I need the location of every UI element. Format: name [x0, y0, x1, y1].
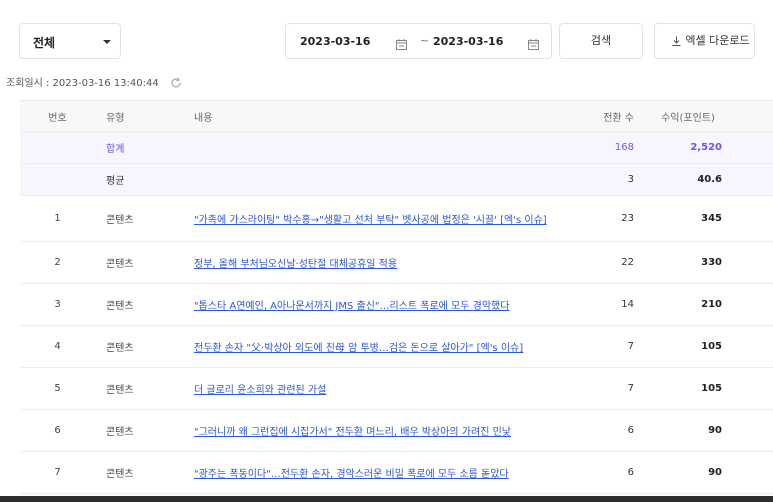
row-content-link[interactable]: "톱스타 A연예인, A아나운서까지 JMS 출신"…리스트 폭로에 모두 경악… [194, 284, 509, 325]
excel-download-button[interactable]: 엑셀 다운로드 [654, 23, 755, 59]
summary-label: 합계 [106, 144, 125, 155]
bottom-bar [0, 496, 773, 502]
row-content-link[interactable]: "광주는 폭동이다"…전두환 손자, 경악스러운 비밀 폭로에 모두 소름 돋았… [194, 452, 509, 493]
filter-toolbar: 전체 2023-03-16 ~ 2023-03-16 검색 엑셀 다운로드 [0, 23, 773, 59]
row-revenue: 90 [708, 467, 722, 478]
header-content: 내용 [194, 112, 213, 124]
row-content-link[interactable]: 전두환 손자 "父·박상아 외도에 친母 암 투병…검은 돈으로 살아가" [엑… [194, 326, 523, 367]
excel-download-label: 엑셀 다운로드 [685, 34, 750, 47]
table-header: 번호 유형 내용 전환 수 수익(포인트) [20, 100, 773, 132]
row-no: 2 [54, 257, 61, 268]
row-no: 5 [54, 383, 61, 394]
row-revenue: 90 [708, 425, 722, 436]
category-select[interactable]: 전체 [19, 23, 121, 59]
lookup-timestamp: 조회일시 : 2023-03-16 13:40:44 [6, 74, 182, 92]
row-no: 1 [54, 213, 61, 224]
date-range-picker[interactable]: 2023-03-16 ~ 2023-03-16 [285, 23, 552, 59]
row-type: 콘텐츠 [106, 343, 134, 354]
row-conversions: 23 [621, 213, 634, 224]
table-row: 3 콘텐츠 "톱스타 A연예인, A아나운서까지 JMS 출신"…리스트 폭로에… [20, 284, 773, 326]
row-conversions: 6 [627, 467, 634, 478]
summary-row: 합계 168 2,520 [20, 132, 773, 164]
average-row: 평균 3 40.6 [20, 164, 773, 196]
summary-conversions: 168 [614, 142, 634, 153]
caret-down-icon [103, 40, 111, 44]
table-row: 5 콘텐츠 더 글로리 윤소희와 관련된 가설 7 105 [20, 368, 773, 410]
row-revenue: 210 [701, 299, 722, 310]
category-select-value: 전체 [33, 36, 56, 50]
row-type: 콘텐츠 [106, 259, 134, 270]
header-type: 유형 [106, 112, 125, 124]
row-type: 콘텐츠 [106, 427, 134, 438]
start-date-input[interactable]: 2023-03-16 [300, 35, 370, 48]
date-separator: ~ [420, 34, 430, 47]
revenue-table: 번호 유형 내용 전환 수 수익(포인트) 합계 168 2,520 평균 3 … [20, 100, 773, 494]
lookup-timestamp-text: 조회일시 : 2023-03-16 13:40:44 [6, 78, 159, 89]
search-button[interactable]: 검색 [559, 23, 643, 59]
summary-revenue: 2,520 [690, 142, 722, 153]
row-revenue: 105 [701, 341, 722, 352]
row-conversions: 7 [627, 341, 634, 352]
calendar-icon[interactable] [396, 35, 407, 54]
table-row: 1 콘텐츠 "가족에 가스라이팅" 박수홍→"생활고 선처 부탁" 벳사공에 법… [20, 196, 773, 242]
row-content-link[interactable]: "가족에 가스라이팅" 박수홍→"생활고 선처 부탁" 벳사공에 법정은 '시끌… [194, 196, 547, 241]
row-conversions: 22 [621, 257, 634, 268]
average-label: 평균 [106, 176, 125, 187]
row-no: 7 [54, 467, 61, 478]
row-type: 콘텐츠 [106, 215, 134, 226]
calendar-icon[interactable] [528, 35, 539, 54]
table-row: 2 콘텐츠 정부, 올해 부처님오신날·성탄절 대체공휴일 적용 22 330 [20, 242, 773, 284]
header-no: 번호 [48, 112, 67, 124]
end-date-input[interactable]: 2023-03-16 [433, 35, 503, 48]
row-conversions: 7 [627, 383, 634, 394]
row-conversions: 14 [621, 299, 634, 310]
row-content-link[interactable]: 정부, 올해 부처님오신날·성탄절 대체공휴일 적용 [194, 242, 397, 283]
average-conversions: 3 [627, 174, 634, 185]
row-revenue: 345 [701, 213, 722, 224]
row-conversions: 6 [627, 425, 634, 436]
row-no: 3 [54, 299, 61, 310]
row-no: 6 [54, 425, 61, 436]
header-revenue: 수익(포인트) [661, 112, 715, 124]
average-revenue: 40.6 [697, 174, 722, 185]
row-revenue: 105 [701, 383, 722, 394]
header-conversions: 전환 수 [603, 112, 634, 124]
row-type: 콘텐츠 [106, 385, 134, 396]
row-revenue: 330 [701, 257, 722, 268]
refresh-icon[interactable] [170, 77, 182, 92]
download-icon [672, 26, 681, 60]
table-row: 7 콘텐츠 "광주는 폭동이다"…전두환 손자, 경악스러운 비밀 폭로에 모두… [20, 452, 773, 494]
table-row: 4 콘텐츠 전두환 손자 "父·박상아 외도에 친母 암 투병…검은 돈으로 살… [20, 326, 773, 368]
row-content-link[interactable]: "그러니까 왜 그런집에 시집가서" 전두환 며느리, 배우 박상아의 가려진 … [194, 410, 511, 451]
row-type: 콘텐츠 [106, 469, 134, 480]
row-content-link[interactable]: 더 글로리 윤소희와 관련된 가설 [194, 368, 326, 409]
row-no: 4 [54, 341, 61, 352]
table-row: 6 콘텐츠 "그러니까 왜 그런집에 시집가서" 전두환 며느리, 배우 박상아… [20, 410, 773, 452]
row-type: 콘텐츠 [106, 301, 134, 312]
